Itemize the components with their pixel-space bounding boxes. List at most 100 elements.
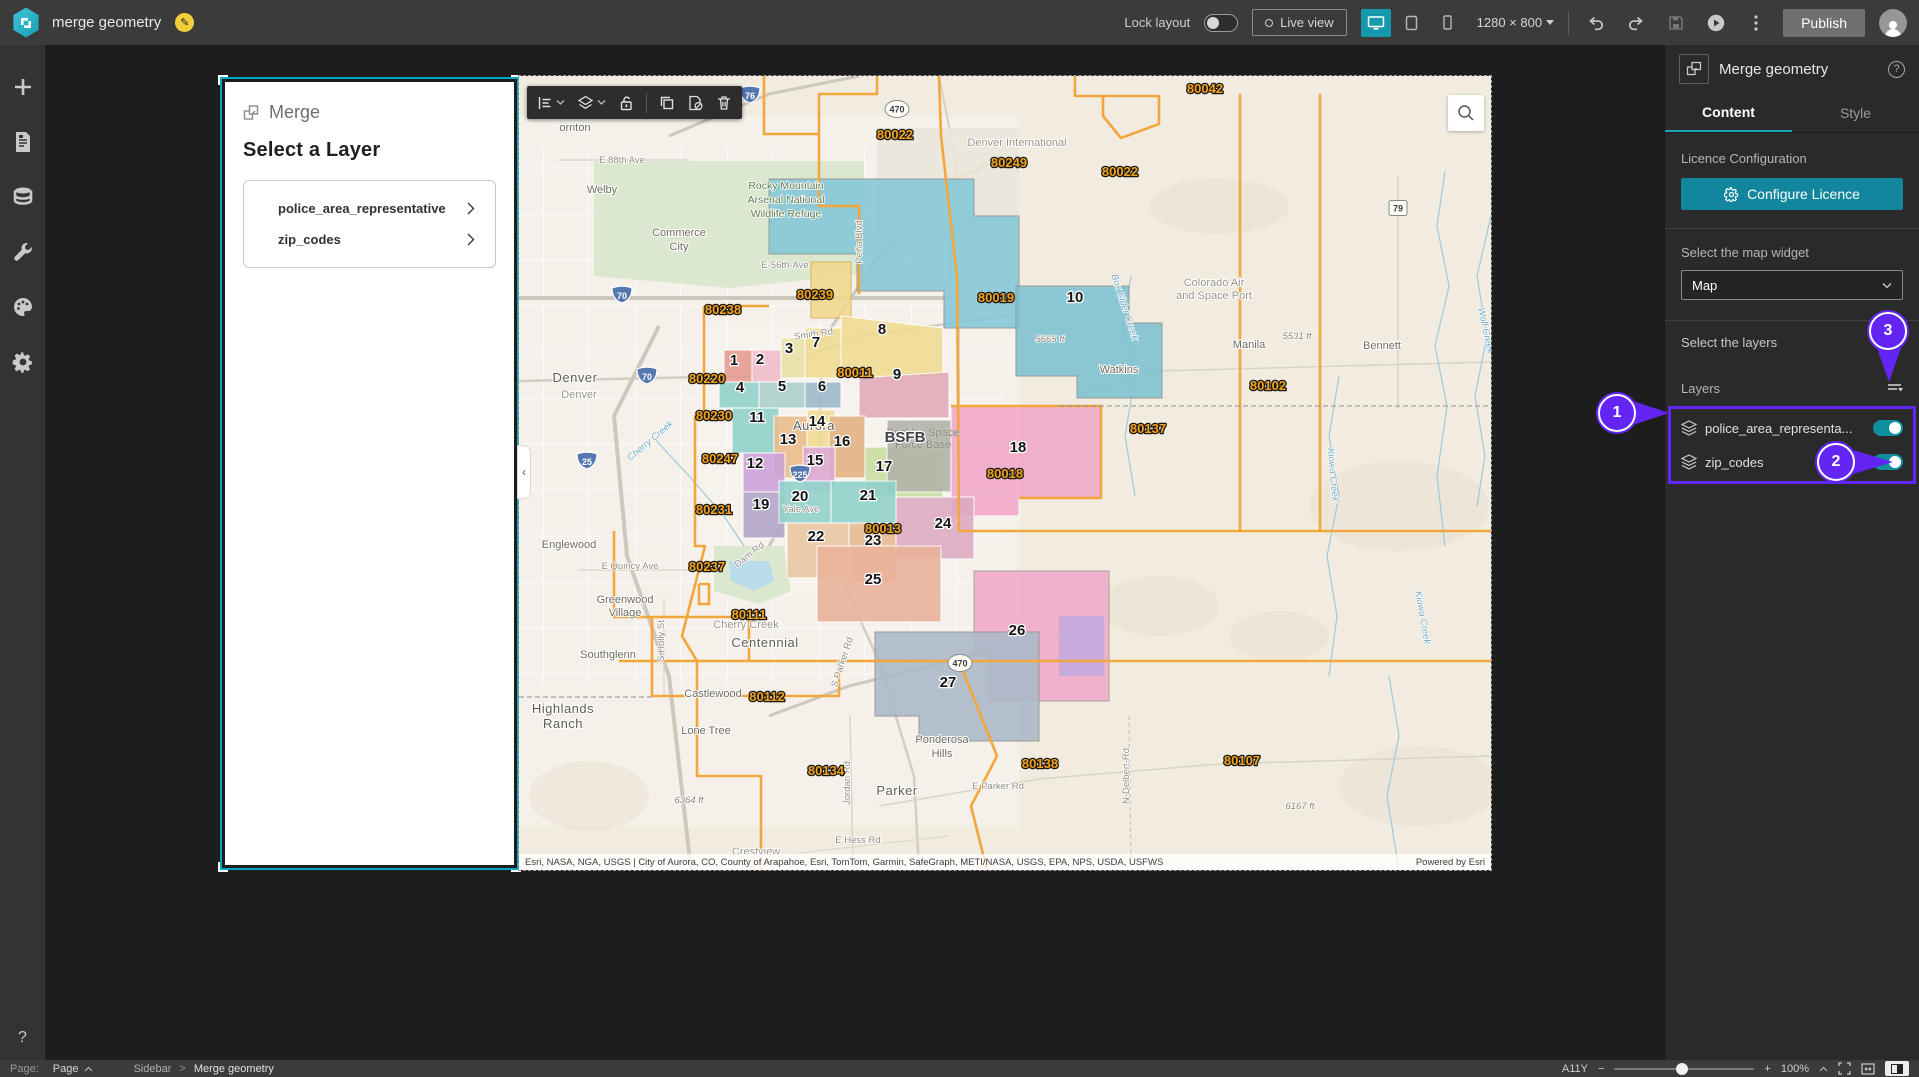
fit-to-screen-icon[interactable]	[1838, 1062, 1851, 1075]
zoom-percent[interactable]: 100%	[1781, 1063, 1809, 1075]
merge-layer-item[interactable]: zip_codes	[256, 226, 483, 253]
police-area-number: 17	[876, 458, 893, 475]
data-icon[interactable]	[9, 183, 37, 211]
user-avatar[interactable]	[1879, 8, 1907, 37]
save-button[interactable]	[1663, 10, 1689, 36]
more-options-button[interactable]	[1743, 10, 1769, 36]
zip-code-label: 80134	[808, 763, 845, 778]
chevron-right-icon	[467, 202, 475, 215]
merge-widget[interactable]: Merge Select a Layer police_area_represe…	[225, 82, 514, 865]
map-place-label: E Parker Rd	[972, 781, 1024, 792]
merge-layer-item[interactable]: police_area_representative	[256, 195, 483, 222]
chevron-down-icon	[556, 100, 565, 105]
annotation-circle-2: 2	[1817, 443, 1855, 481]
layers-options-icon[interactable]	[1887, 381, 1903, 395]
zip-code-label: 80231	[696, 502, 732, 517]
police-area-number: 27	[940, 674, 957, 691]
annotation-box-layers: police_area_representa... zip_codes 1 2	[1598, 394, 1916, 484]
select-map-widget-label: Select the map widget	[1681, 245, 1809, 260]
highway-shield: 79	[1388, 200, 1408, 216]
police-area-number: 15	[807, 452, 824, 469]
redo-button[interactable]	[1623, 10, 1649, 36]
zip-code-label: 80013	[865, 521, 901, 536]
unlock-button[interactable]	[618, 95, 634, 111]
zip-code-label: 80230	[696, 408, 732, 423]
zip-code-label: 80107	[1224, 753, 1260, 768]
toggle-panel-button[interactable]	[1885, 1061, 1909, 1076]
map-place-label: S Holly St	[656, 620, 667, 662]
attribution-text: Esri, NASA, NGA, USGS | City of Aurora, …	[525, 856, 1164, 868]
merge-widget-title: Merge	[269, 102, 321, 122]
map-widget[interactable]: ornton E 88th Ave Welby Commerce City Rocky M…	[519, 76, 1491, 870]
a11y-button[interactable]: A11Y	[1562, 1063, 1588, 1075]
map-place-label: Englewood	[542, 539, 596, 551]
chevron-up-icon	[1819, 1066, 1828, 1071]
merge-widget-title-row: Merge	[243, 102, 496, 123]
map-place-label: Watkins	[1100, 364, 1139, 376]
police-area-number: 20	[792, 488, 809, 505]
publish-button[interactable]: Publish	[1783, 8, 1865, 37]
zoom-slider-knob[interactable]	[1676, 1062, 1689, 1075]
licence-config-label: Licence Configuration	[1681, 151, 1807, 166]
fit-width-icon[interactable]	[1861, 1062, 1875, 1075]
map-place-label: Rocky Mountain	[748, 180, 823, 192]
panel-help-icon[interactable]: ?	[1888, 60, 1905, 78]
police-area-number: 26	[1009, 622, 1026, 639]
resolution-dropdown[interactable]: 1280 × 800	[1477, 15, 1555, 30]
zip-code-label: 80238	[705, 302, 741, 317]
zoom-slider[interactable]	[1614, 1062, 1755, 1075]
device-tablet-button[interactable]	[1397, 9, 1427, 37]
chevron-down-icon	[597, 100, 606, 105]
insert-widget-icon[interactable]	[9, 73, 37, 101]
police-area-number: 12	[747, 455, 764, 472]
zoom-out-button[interactable]: −	[1598, 1063, 1604, 1075]
tab-style[interactable]: Style	[1792, 93, 1919, 132]
merge-layer-name: zip_codes	[278, 232, 341, 247]
layer-visibility-toggle[interactable]	[1873, 420, 1903, 436]
breadcrumb-sidebar[interactable]: Sidebar	[133, 1063, 171, 1075]
align-button[interactable]	[537, 95, 565, 111]
svg-text:79: 79	[1393, 204, 1403, 214]
help-icon[interactable]: ?	[0, 1029, 45, 1047]
police-area-number: 22	[808, 528, 825, 545]
delete-trash-button[interactable]	[716, 95, 732, 111]
breadcrumb-separator: >	[179, 1062, 186, 1075]
edit-pencil-icon[interactable]: ✎	[175, 13, 195, 32]
page-icon[interactable]	[9, 128, 37, 156]
top-bar: merge geometry ✎ Lock layout Live view 1…	[0, 0, 1919, 45]
preview-play-button[interactable]	[1703, 10, 1729, 36]
map-place-label: Ponderosa	[915, 734, 969, 746]
pending-remove-button[interactable]	[687, 95, 704, 111]
duplicate-button[interactable]	[659, 95, 675, 111]
toolbar-divider	[1568, 10, 1570, 35]
lock-layout-toggle[interactable]	[1204, 13, 1239, 32]
map-svg: ornton E 88th Ave Welby Commerce City Rocky M…	[519, 76, 1491, 870]
live-view-button[interactable]: Live view	[1252, 9, 1347, 36]
map-place-label: Lone Tree	[681, 725, 731, 737]
device-phone-button[interactable]	[1433, 9, 1463, 37]
theme-palette-icon[interactable]	[9, 293, 37, 321]
map-search-button[interactable]	[1448, 95, 1484, 131]
page-selector[interactable]: Page	[53, 1063, 79, 1075]
police-area-number: 5	[778, 378, 786, 395]
settings-gear-icon[interactable]	[9, 348, 37, 376]
sidebar-collapse-handle[interactable]: ‹	[517, 445, 531, 499]
undo-button[interactable]	[1583, 10, 1609, 36]
zip-code-label: 80237	[689, 559, 725, 574]
select-layer-heading: Select a Layer	[243, 139, 381, 161]
arrange-layers-button[interactable]	[577, 95, 606, 111]
zip-code-label: 80220	[689, 371, 725, 386]
zoom-in-button[interactable]: +	[1764, 1063, 1770, 1075]
chevron-right-icon	[467, 233, 475, 246]
tools-wrench-icon[interactable]	[9, 238, 37, 266]
panel-split-icon	[1891, 1063, 1903, 1074]
svg-text:470: 470	[889, 105, 904, 115]
map-widget-select[interactable]: Map	[1681, 270, 1903, 300]
design-canvas[interactable]: Merge Select a Layer police_area_represe…	[45, 45, 1664, 1060]
configure-licence-button[interactable]: Configure Licence	[1681, 178, 1903, 210]
tab-content[interactable]: Content	[1665, 93, 1792, 132]
device-desktop-button[interactable]	[1360, 8, 1391, 37]
panel-layer-row[interactable]: police_area_representa...	[1671, 411, 1913, 445]
annotation-arrow-2	[1853, 450, 1893, 474]
annotation-arrow-1	[1633, 401, 1669, 425]
